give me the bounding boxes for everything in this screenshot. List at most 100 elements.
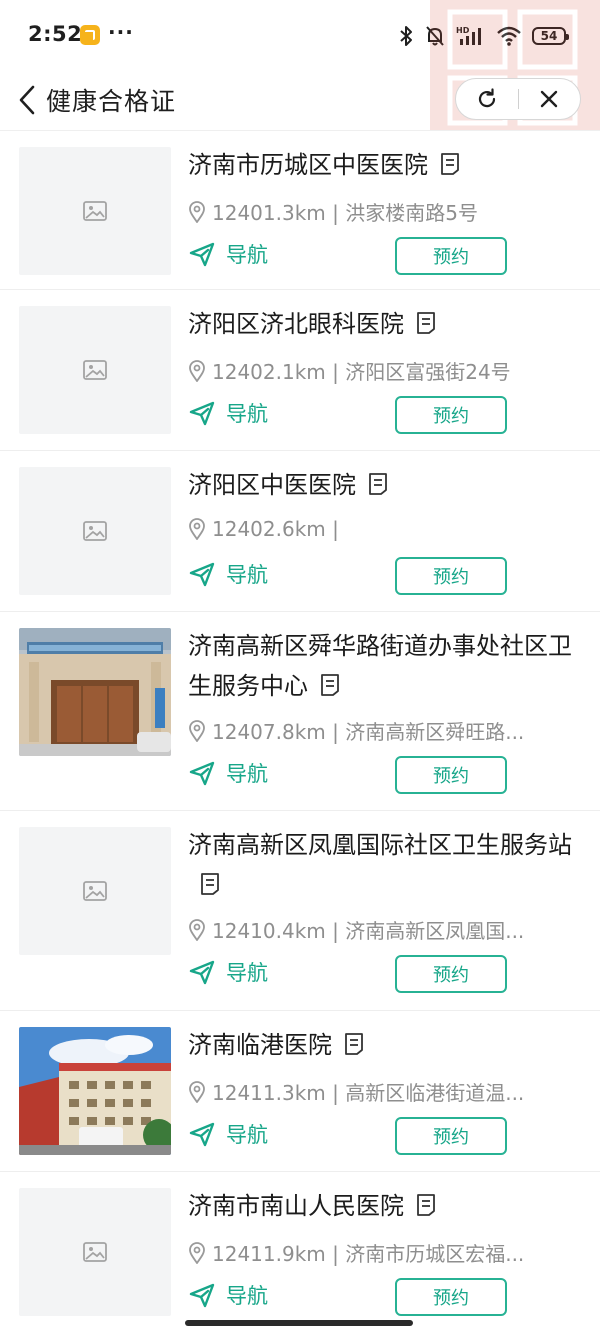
hospital-card[interactable]: 济阳区济北眼科医院 12402.1km | 济阳区富强街24号 导航 预约	[0, 290, 600, 451]
battery-icon: 54	[532, 27, 569, 45]
hospital-name: 济南高新区舜华路街道办事处社区卫生服务中心	[188, 632, 572, 700]
navigate-button[interactable]: 导航	[188, 239, 268, 269]
back-button[interactable]	[10, 80, 44, 120]
book-button[interactable]: 预约	[395, 396, 507, 434]
book-button[interactable]: 预约	[395, 756, 507, 794]
page-title: 健康合格证	[46, 87, 177, 116]
hospital-thumbnail	[19, 467, 171, 595]
book-button[interactable]: 预约	[395, 1278, 507, 1316]
hospital-thumbnail	[19, 827, 171, 955]
hospital-card[interactable]: 济南高新区舜华路街道办事处社区卫生服务中心 12407.8km | 济南高新区舜…	[0, 612, 600, 811]
svg-text:HD: HD	[456, 26, 470, 35]
document-icon[interactable]	[200, 872, 220, 896]
navigate-label: 导航	[226, 762, 268, 786]
navigate-label: 导航	[226, 402, 268, 426]
navigate-label: 导航	[226, 563, 268, 587]
document-icon[interactable]	[344, 1032, 364, 1056]
hospital-thumbnail	[19, 1188, 171, 1316]
back-chevron-icon	[19, 85, 35, 115]
hospital-thumbnail	[19, 1027, 171, 1155]
distance-address: 12411.9km | 济南市历城区宏福...	[212, 1242, 525, 1266]
hospital-location: 12410.4km | 济南高新区凤凰国...	[188, 915, 550, 944]
hospital-location: 12411.3km | 高新区临港街道温...	[188, 1077, 550, 1106]
hospital-name-row: 济南市南山人民医院	[188, 1186, 580, 1226]
location-pin-icon	[189, 359, 205, 382]
document-icon[interactable]	[368, 472, 388, 496]
hospital-name: 济南高新区凤凰国际社区卫生服务站	[188, 831, 572, 859]
navigate-button[interactable]: 导航	[188, 1280, 268, 1310]
navigate-arrow-icon	[189, 401, 215, 426]
hospital-name-row: 济南高新区凤凰国际社区卫生服务站	[188, 825, 580, 905]
navigate-label: 导航	[226, 1284, 268, 1308]
hospital-name-row: 济阳区中医医院	[188, 465, 580, 505]
hospital-name: 济南市南山人民医院	[188, 1192, 404, 1220]
navigate-button[interactable]: 导航	[188, 1119, 268, 1149]
distance-address: 12411.3km | 高新区临港街道温...	[212, 1081, 525, 1105]
book-button[interactable]: 预约	[395, 237, 507, 275]
location-pin-icon	[189, 719, 205, 742]
hospital-name-row: 济南临港医院	[188, 1025, 580, 1065]
location-pin-icon	[189, 1080, 205, 1103]
hospital-name: 济南市历城区中医医院	[188, 151, 428, 179]
hospital-thumbnail	[19, 147, 171, 275]
book-button[interactable]: 预约	[395, 955, 507, 993]
hospital-thumbnail	[19, 628, 171, 756]
status-icons: HD 54	[398, 22, 569, 50]
hospital-thumbnail	[19, 306, 171, 434]
hospital-name: 济阳区中医医院	[188, 471, 356, 499]
hospital-name: 济阳区济北眼科医院	[188, 310, 404, 338]
location-pin-icon	[189, 518, 205, 540]
refresh-button[interactable]	[456, 79, 518, 119]
hospital-location: 12411.9km | 济南市历城区宏福...	[188, 1238, 550, 1267]
book-button[interactable]: 预约	[395, 1117, 507, 1155]
close-icon	[541, 90, 558, 108]
home-indicator[interactable]	[185, 1320, 413, 1326]
title-bar: 健康合格证	[0, 70, 600, 130]
hospital-name-row: 济南高新区舜华路街道办事处社区卫生服务中心	[188, 626, 580, 706]
hospital-card[interactable]: 济南高新区凤凰国际社区卫生服务站 12410.4km | 济南高新区凤凰国...…	[0, 811, 600, 1011]
distance-address: 12410.4km | 济南高新区凤凰国...	[212, 919, 525, 943]
navigate-label: 导航	[226, 243, 268, 267]
hospital-photo	[19, 1027, 171, 1155]
hospital-location: 12407.8km | 济南高新区舜旺路...	[188, 716, 550, 745]
navigate-arrow-icon	[189, 1283, 215, 1308]
refresh-icon	[478, 88, 495, 108]
distance-address: 12401.3km | 洪家楼南路5号	[212, 201, 478, 225]
distance-address: 12402.1km | 济阳区富强街24号	[212, 360, 511, 384]
hospital-card[interactable]: 济南市南山人民医院 12411.9km | 济南市历城区宏福... 导航 预约	[0, 1172, 600, 1332]
status-time: 2:52	[28, 22, 83, 46]
distance-address: 12407.8km | 济南高新区舜旺路...	[212, 720, 525, 744]
bluetooth-icon	[400, 26, 412, 46]
distance-address: 12402.6km |	[212, 517, 339, 541]
book-button[interactable]: 预约	[395, 557, 507, 595]
hospital-name: 济南临港医院	[188, 1031, 332, 1059]
navigate-label: 导航	[226, 1123, 268, 1147]
navigate-arrow-icon	[189, 242, 215, 267]
hospital-name-row: 济阳区济北眼科医院	[188, 304, 580, 344]
document-icon[interactable]	[320, 673, 340, 697]
close-button[interactable]	[518, 79, 580, 119]
hospital-location: 12402.6km |	[188, 517, 550, 541]
mute-bell-icon	[426, 26, 444, 46]
document-icon[interactable]	[440, 152, 460, 176]
navigate-button[interactable]: 导航	[188, 758, 268, 788]
location-pin-icon	[189, 1241, 205, 1264]
status-more-dots: ···	[108, 20, 134, 44]
hospital-card[interactable]: 济南临港医院 12411.3km | 高新区临港街道温... 导航 预约	[0, 1011, 600, 1172]
navigate-arrow-icon	[189, 1122, 215, 1147]
miniapp-capsule	[455, 78, 581, 120]
location-pin-icon	[189, 200, 205, 223]
building-photo	[19, 628, 171, 756]
document-icon[interactable]	[416, 311, 436, 335]
navigate-button[interactable]: 导航	[188, 957, 268, 987]
hospital-location: 12402.1km | 济阳区富强街24号	[188, 356, 550, 385]
document-icon[interactable]	[416, 1193, 436, 1217]
location-pin-icon	[189, 918, 205, 941]
image-placeholder-icon	[83, 1242, 107, 1262]
hospital-list: 济南市历城区中医医院 12401.3km | 洪家楼南路5号 导航 预约 济阳区…	[0, 131, 600, 1332]
hospital-card[interactable]: 济南市历城区中医医院 12401.3km | 洪家楼南路5号 导航 预约	[0, 131, 600, 290]
navigate-button[interactable]: 导航	[188, 559, 268, 589]
hospital-card[interactable]: 济阳区中医医院 12402.6km | 导航 预约	[0, 451, 600, 612]
navigate-button[interactable]: 导航	[188, 398, 268, 428]
status-bar: 2:52 ··· HD 54	[0, 0, 600, 130]
